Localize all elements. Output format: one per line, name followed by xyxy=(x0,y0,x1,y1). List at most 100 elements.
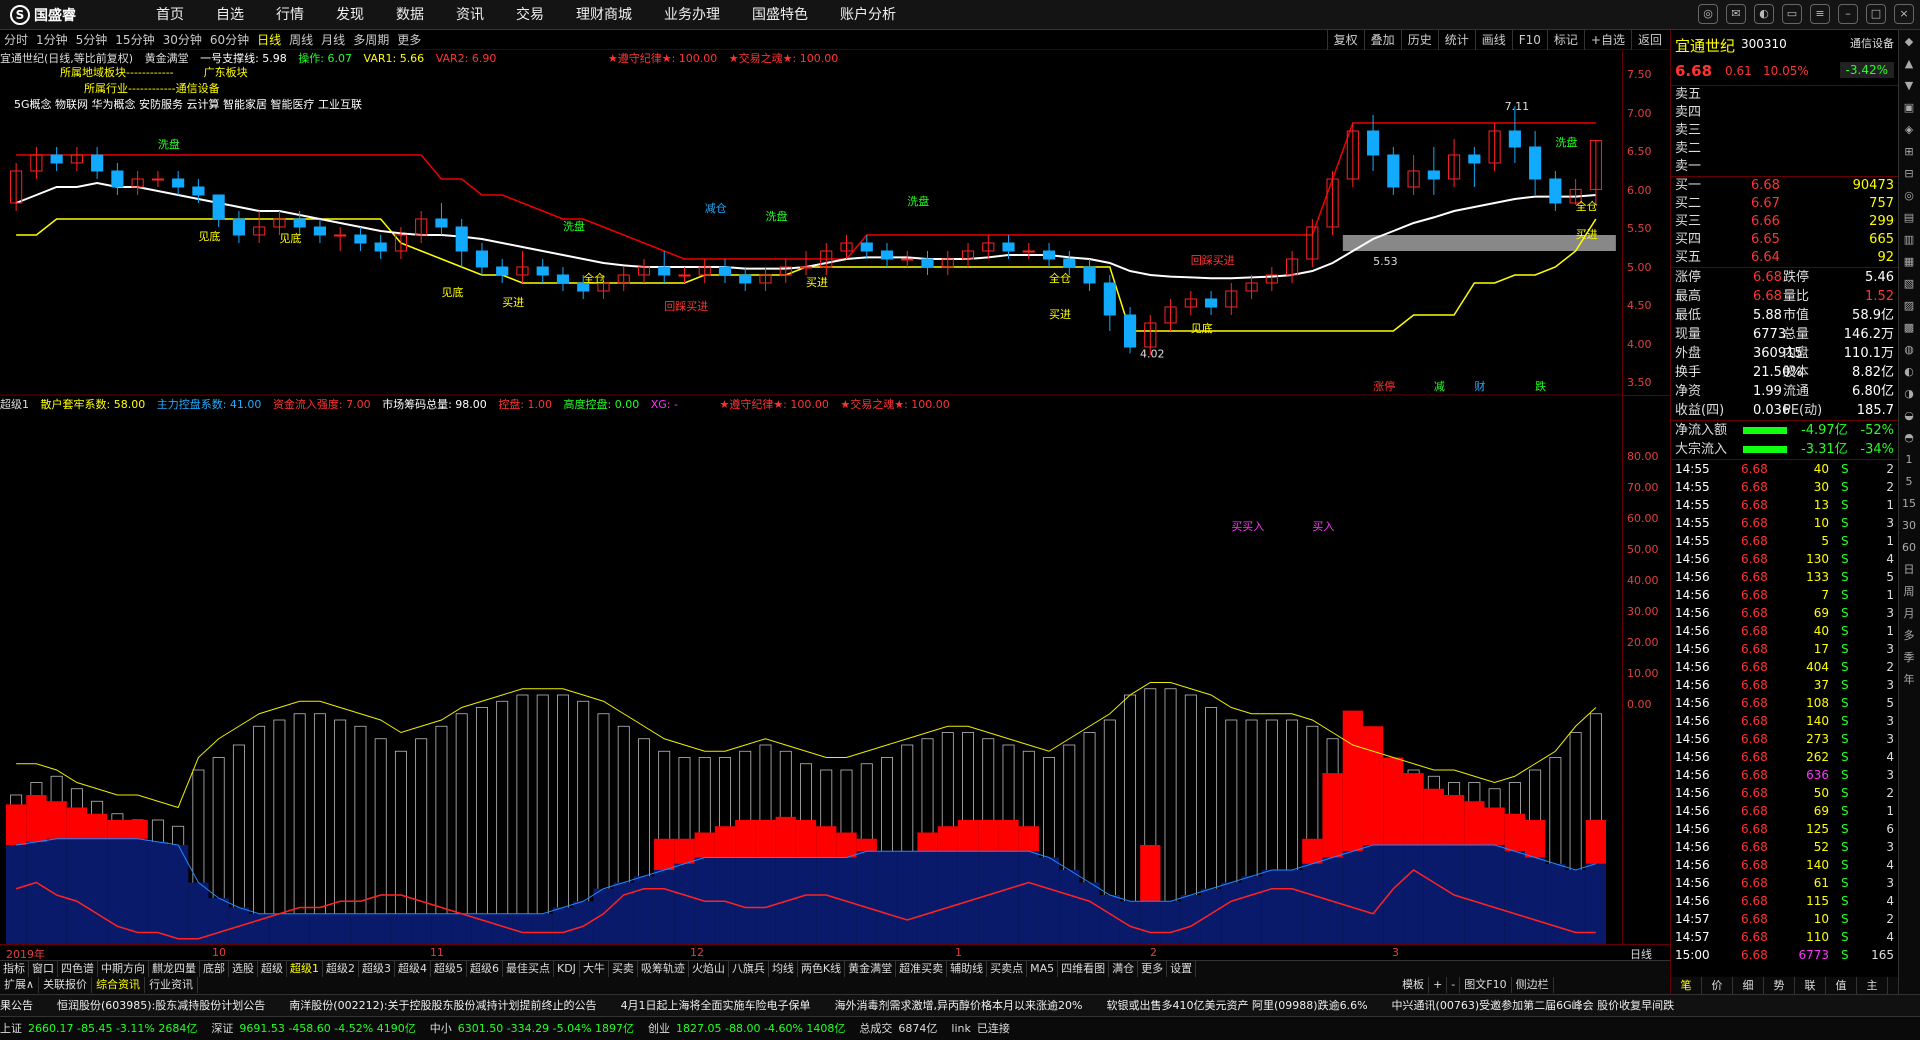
chart-tool-button[interactable]: +自选 xyxy=(1583,30,1631,50)
news-item[interactable]: 南洋股份(002212):关于控股股东股份减持计划提前终止的公告 xyxy=(289,995,596,1016)
sidebar-button[interactable]: 季 xyxy=(1899,648,1919,668)
menu-item[interactable]: 行情 xyxy=(260,0,320,30)
chart-tool-button[interactable]: 叠加 xyxy=(1363,30,1401,50)
period-tab[interactable]: 60分钟 xyxy=(206,30,253,50)
sidebar-button[interactable]: 15 xyxy=(1899,494,1919,514)
sidebar-button[interactable]: ◆ xyxy=(1899,32,1919,52)
menu-item[interactable]: 发现 xyxy=(320,0,380,30)
chart-tool-button[interactable]: 标记 xyxy=(1546,30,1584,50)
indicator-tab[interactable]: 四色谱 xyxy=(58,961,98,977)
sidebar-button[interactable]: ◒ xyxy=(1899,406,1919,426)
indicator-tab[interactable]: 指标 xyxy=(0,961,29,977)
quote-tab[interactable]: 值 xyxy=(1826,977,1857,994)
quote-tab[interactable]: 联 xyxy=(1795,977,1826,994)
info-tab[interactable]: 综合资讯 xyxy=(92,977,146,993)
indicator-tab[interactable]: 更多 xyxy=(1138,961,1168,977)
sidebar-button[interactable]: 多 xyxy=(1899,626,1919,646)
sidebar-button[interactable]: ▩ xyxy=(1899,318,1919,338)
quote-level-row[interactable]: 买一 6.68 90473 xyxy=(1671,177,1898,195)
indicator-tab[interactable]: 超级1 xyxy=(287,961,323,977)
quote-level-row[interactable]: 买五 6.64 92 xyxy=(1671,249,1898,267)
period-tab[interactable]: 30分钟 xyxy=(159,30,206,50)
sidebar-button[interactable]: ⊟ xyxy=(1899,164,1919,184)
sidebar-button[interactable]: 周 xyxy=(1899,582,1919,602)
indicator-tab[interactable]: 两色K线 xyxy=(798,961,846,977)
sidebar-button[interactable]: ▧ xyxy=(1899,274,1919,294)
indicator-tab[interactable]: 设置 xyxy=(1167,961,1197,977)
quote-level-row[interactable]: 卖二 xyxy=(1671,140,1898,158)
menu-item[interactable]: 数据 xyxy=(380,0,440,30)
indicator-tab[interactable]: 中期方向 xyxy=(98,961,149,977)
news-item[interactable]: 海外消毒剂需求激增,异丙醇价格本月以来涨逾20% xyxy=(835,995,1083,1016)
sidebar-button[interactable]: 日 xyxy=(1899,560,1919,580)
skin-icon[interactable]: ◐ xyxy=(1754,4,1774,24)
sidebar-button[interactable]: 5 xyxy=(1899,472,1919,492)
sidebar-button[interactable]: ⊞ xyxy=(1899,142,1919,162)
sidebar-button[interactable]: ◑ xyxy=(1899,384,1919,404)
sidebar-button[interactable]: ◍ xyxy=(1899,340,1919,360)
quote-tab[interactable]: 细 xyxy=(1733,977,1764,994)
chart-tool-button[interactable]: 复权 xyxy=(1326,30,1364,50)
chart-tool-button[interactable]: 历史 xyxy=(1400,30,1438,50)
chart-tool-button[interactable]: 画线 xyxy=(1474,30,1512,50)
period-tab[interactable]: 日线 xyxy=(253,30,285,50)
sidebar-button[interactable]: 月 xyxy=(1899,604,1919,624)
indicator-tab[interactable]: 买卖点 xyxy=(987,961,1028,977)
period-tab[interactable]: 更多 xyxy=(393,30,425,50)
sidebar-button[interactable]: 年 xyxy=(1899,670,1919,690)
indicator-tab[interactable]: 大牛 xyxy=(580,961,609,977)
sidebar-button[interactable]: 1 xyxy=(1899,450,1919,470)
sidebar-button[interactable]: ◎ xyxy=(1899,186,1919,206)
chart-tool-button[interactable]: F10 xyxy=(1511,30,1547,50)
period-tab[interactable]: 15分钟 xyxy=(111,30,158,50)
indicator-tab[interactable]: 麒龙四量 xyxy=(149,961,200,977)
indicator-tab[interactable]: 火焰山 xyxy=(689,961,729,977)
sidebar-button[interactable]: ▤ xyxy=(1899,208,1919,228)
quote-level-row[interactable]: 卖三 xyxy=(1671,122,1898,140)
indicator-tab[interactable]: 超级3 xyxy=(359,961,395,977)
sidebar-button[interactable]: ▦ xyxy=(1899,252,1919,272)
quote-level-row[interactable]: 卖五 xyxy=(1671,86,1898,104)
info-tab[interactable]: 关联报价 xyxy=(39,977,93,993)
info-tab[interactable]: 扩展∧ xyxy=(0,977,40,993)
period-tab[interactable]: 1分钟 xyxy=(32,30,72,50)
maximize-icon[interactable]: □ xyxy=(1866,4,1886,24)
mode-button[interactable]: - xyxy=(1447,977,1461,993)
sidebar-button[interactable]: ◓ xyxy=(1899,428,1919,448)
kline-chart[interactable]: 洗盘洗盘洗盘洗盘洗盘见底 见底见底见底买进买进买进买进减仓全仓 全仓全仓回踩买进回踩… xyxy=(0,50,1622,945)
chart-tool-button[interactable]: 统计 xyxy=(1437,30,1475,50)
news-item[interactable]: 软银或出售多410亿美元资产 阿里(09988)跌逾6.6% xyxy=(1107,995,1368,1016)
indicator-tab[interactable]: 吸筹轨迹 xyxy=(638,961,689,977)
indicator-tab[interactable]: 超级2 xyxy=(323,961,359,977)
mode-button[interactable]: 侧边栏 xyxy=(1512,977,1554,993)
indicator-tab[interactable]: 超级4 xyxy=(395,961,431,977)
quote-level-row[interactable]: 买二 6.67 757 xyxy=(1671,195,1898,213)
sidebar-button[interactable]: 60 xyxy=(1899,538,1919,558)
indicator-tab[interactable]: 窗口 xyxy=(29,961,58,977)
period-tab[interactable]: 分时 xyxy=(0,30,32,50)
indicator-tab[interactable]: 均线 xyxy=(769,961,798,977)
indicator-tab[interactable]: 选股 xyxy=(229,961,258,977)
period-tab[interactable]: 周线 xyxy=(285,30,317,50)
quote-tab[interactable]: 势 xyxy=(1764,977,1795,994)
screen-icon[interactable]: ▭ xyxy=(1782,4,1802,24)
menu-item[interactable]: 交易 xyxy=(500,0,560,30)
sub-indicator-name[interactable]: 超级1 xyxy=(0,398,29,411)
news-item[interactable]: 4月1日起上海将全面实施车险电子保单 xyxy=(621,995,811,1016)
indicator-tab[interactable]: KDJ xyxy=(554,961,580,977)
chart-area[interactable]: 宜通世纪(日线,等比前复权) 黄金满堂 一号支撑线: 5.98 操作: 6.07… xyxy=(0,50,1670,945)
indicator-tab[interactable]: 最佳买点 xyxy=(503,961,554,977)
menu-item[interactable]: 账户分析 xyxy=(824,0,912,30)
indicator-tab[interactable]: 底部 xyxy=(200,961,229,977)
message-icon[interactable]: ✉ xyxy=(1726,4,1746,24)
menu-item[interactable]: 自选 xyxy=(200,0,260,30)
indicator-tab[interactable]: 黄金满堂 xyxy=(845,961,897,977)
mode-button[interactable]: 模板 xyxy=(1398,977,1430,993)
sidebar-button[interactable]: ▥ xyxy=(1899,230,1919,250)
news-item[interactable]: 果公告 xyxy=(0,995,33,1016)
period-tab[interactable]: 5分钟 xyxy=(72,30,112,50)
news-ticker[interactable]: 果公告 恒润股份(603985):股东减持股份计划公告 南洋股份(002212):关… xyxy=(0,994,1920,1016)
app-logo[interactable]: S 国盛睿 xyxy=(10,5,76,25)
tick-list[interactable]: 14:55 6.68 40 S 2 14:55 6.68 30 S 2 14:55 6.68 13 S 1 1… xyxy=(1671,460,1898,964)
info-tab[interactable]: 行业资讯 xyxy=(145,977,199,993)
